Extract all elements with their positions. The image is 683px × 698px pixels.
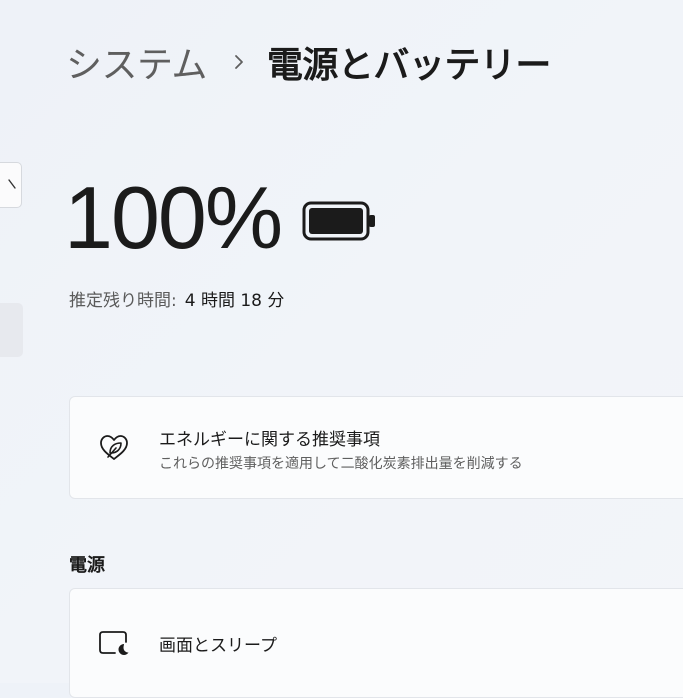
power-section-heading: 電源 [69,555,105,576]
energy-recommendations-card[interactable]: エネルギーに関する推奨事項 これらの推奨事項を適用して二酸化炭素排出量を削減する [69,396,683,499]
battery-percentage: 100% [64,168,283,267]
remaining-label: 推定残り時間: [69,291,177,311]
energy-recommendations-title: エネルギーに関する推奨事項 [159,430,380,450]
chevron-right-icon [233,53,245,71]
remaining-value: 4 時間 18 分 [184,291,285,311]
search-icon [8,178,17,193]
battery-icon [300,199,378,247]
screen-and-sleep-label: 画面とスリープ [159,636,277,656]
breadcrumb: システム 電源とバッテリー [66,34,551,90]
estimated-time-remaining: 推定残り時間: 4 時間 18 分 [69,286,284,311]
battery-fill [309,208,363,234]
screen-sleep-icon [97,629,131,661]
page-title: 電源とバッテリー [266,45,552,86]
nav-item-selected[interactable] [0,303,23,357]
leaf-heart-icon [98,433,130,467]
screen-and-sleep-card[interactable]: 画面とスリープ [69,588,683,698]
nav-search-box[interactable] [0,162,22,208]
breadcrumb-parent-system[interactable]: システム [66,36,207,88]
energy-recommendations-description: これらの推奨事項を適用して二酸化炭素排出量を削減する [159,456,523,472]
